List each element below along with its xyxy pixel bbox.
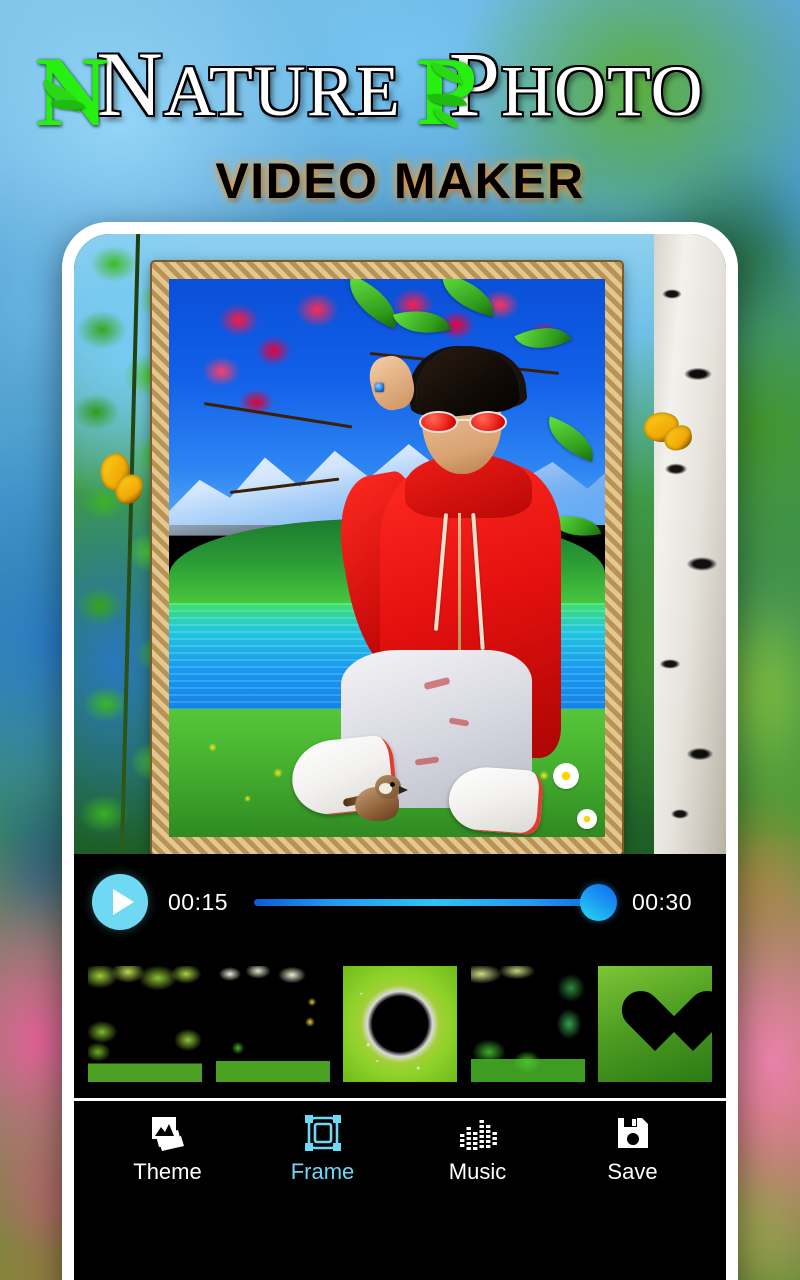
video-player-bar: 00:15 00:30 (74, 854, 726, 950)
nav-item-music[interactable]: Music (418, 1114, 538, 1185)
floppy-disk-icon (615, 1114, 651, 1152)
app-root: NATURE PHOTO N P VIDEO MAKER 00:15 00:30… (0, 0, 800, 1280)
progress-thumb[interactable] (579, 883, 617, 921)
app-subtitle: VIDEO MAKER (215, 153, 585, 209)
sparrow-bird (342, 773, 411, 831)
frame-thumb-leaf-border[interactable] (88, 966, 202, 1082)
ring-jewelry (375, 382, 385, 392)
birch-tree-trunk (654, 234, 726, 854)
nav-item-save[interactable]: Save (573, 1114, 693, 1185)
frame-crop-icon (304, 1114, 342, 1152)
bottom-navigation-bar: Theme Frame Music Save (74, 1101, 726, 1197)
sunglasses-icon (419, 410, 508, 434)
frame-thumbnail-strip[interactable] (74, 950, 726, 1098)
nav-label-theme: Theme (133, 1158, 202, 1184)
sneaker-shoe (446, 765, 544, 836)
person-hand (365, 352, 418, 414)
person-cutout (288, 340, 605, 837)
progress-track[interactable] (254, 883, 617, 921)
photo-preview-canvas[interactable] (74, 234, 726, 854)
play-button[interactable] (92, 874, 148, 930)
nav-label-save: Save (607, 1158, 658, 1184)
progress-slider[interactable] (254, 882, 617, 922)
nav-item-theme[interactable]: Theme (108, 1114, 228, 1185)
total-time-label: 00:30 (631, 888, 692, 915)
inner-photo (169, 279, 605, 837)
equalizer-icon (459, 1114, 497, 1152)
photo-stack-icon (148, 1114, 188, 1152)
play-icon (112, 889, 134, 915)
nav-label-music: Music (448, 1158, 507, 1184)
frame-thumb-fern-border[interactable] (215, 966, 330, 1082)
nav-label-frame: Frame (290, 1158, 355, 1184)
header: NATURE PHOTO N P VIDEO MAKER (0, 0, 800, 215)
wicker-photo-frame (152, 262, 622, 854)
phone-screen: 00:15 00:30 Theme Frame Music Save (74, 234, 726, 1280)
nav-item-frame[interactable]: Frame (263, 1114, 383, 1185)
phone-mockup: 00:15 00:30 Theme Frame Music Save (62, 222, 738, 1280)
current-time-label: 00:15 (168, 888, 229, 915)
frame-thumb-heart-leaf[interactable] (598, 966, 712, 1082)
heart-cutout-icon (619, 993, 691, 1059)
person-hair (411, 340, 521, 420)
frame-thumb-glow-circle[interactable] (343, 966, 457, 1082)
app-title: NATURE PHOTO (96, 33, 704, 135)
frame-thumb-jungle-corner[interactable] (470, 966, 585, 1082)
